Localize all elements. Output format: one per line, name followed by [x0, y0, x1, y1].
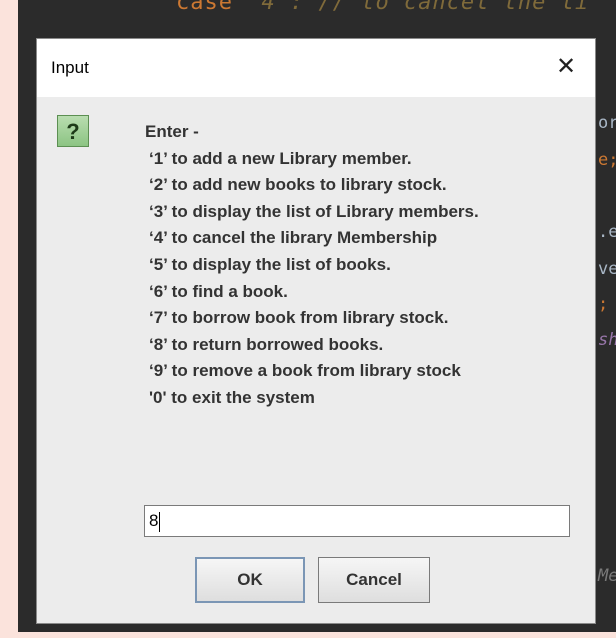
code-comment: '4': // to cancel the li [247, 0, 590, 15]
input-value: 8 [149, 511, 159, 530]
question-icon: ? [57, 115, 89, 147]
ok-button[interactable]: OK [195, 557, 305, 603]
text-caret [159, 511, 161, 532]
message-line: ‘9’ to remove a book from library stock [149, 361, 461, 381]
dialog-titlebar[interactable]: Input ✕ [37, 39, 595, 97]
dialog-title: Input [51, 58, 89, 77]
message-line: ‘1’ to add a new Library member. [149, 148, 412, 168]
code-fragment: .e [598, 222, 616, 242]
option-input-field[interactable]: 8 [144, 505, 570, 537]
code-fragment: ve [598, 259, 616, 279]
code-keyword: case [176, 0, 233, 15]
cancel-button[interactable]: Cancel [318, 557, 430, 603]
message-line: ‘4’ to cancel the library Membership [149, 228, 438, 248]
message-line: ‘6’ to find a book. [149, 281, 288, 301]
message-line: ‘2’ to add new books to library stock. [149, 175, 447, 195]
message-line: ‘5’ to display the list of books. [149, 254, 391, 274]
code-fragment: e; [598, 150, 616, 170]
code-fragment: sh [598, 330, 616, 350]
message-line: '0' to exit the system [149, 387, 315, 407]
message-line: ‘7’ to borrow book from library stock. [149, 308, 449, 328]
code-fragment: ; [598, 294, 609, 314]
code-line-top: case '4': // to cancel the li [176, 0, 589, 15]
input-dialog: Input ✕ ? Enter - ‘1’ to add a new Libra… [36, 38, 596, 624]
message-line: ‘8’ to return borrowed books. [149, 334, 384, 354]
message-line: Enter - [145, 122, 199, 141]
code-fragment: or [598, 113, 616, 133]
message-line: ‘3’ to display the list of Library membe… [149, 201, 479, 221]
close-icon[interactable]: ✕ [553, 49, 579, 83]
code-fragment: Me [598, 566, 616, 586]
dialog-message: Enter - ‘1’ to add a new Library member.… [145, 119, 479, 412]
